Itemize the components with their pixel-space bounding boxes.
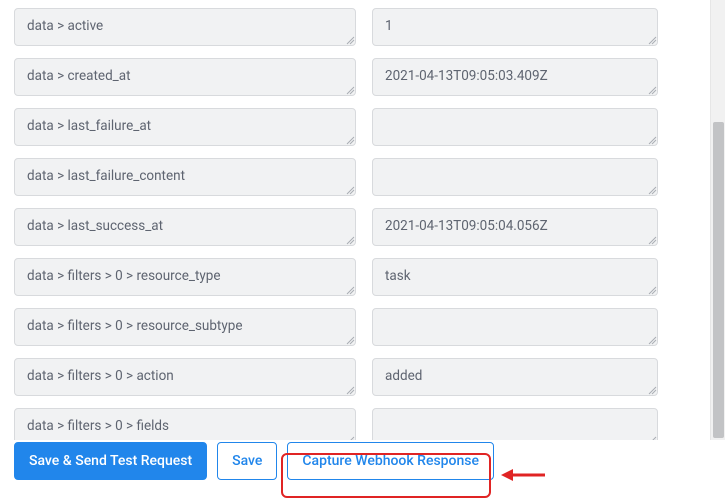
field-row: data > last_success_at 2021-04-13T09:05:… <box>14 208 696 246</box>
field-value-cell <box>372 158 658 196</box>
field-value-cell: 2021-04-13T09:05:03.409Z <box>372 58 658 96</box>
field-label-cell: data > filters > 0 > resource_subtype <box>14 308 356 346</box>
field-label[interactable]: data > filters > 0 > resource_subtype <box>14 308 356 346</box>
save-button[interactable]: Save <box>217 442 277 480</box>
field-value[interactable] <box>372 308 658 346</box>
field-value[interactable] <box>372 158 658 196</box>
field-value-cell: 2021-04-13T09:05:04.056Z <box>372 208 658 246</box>
field-value-cell <box>372 308 658 346</box>
vertical-scrollbar[interactable] <box>710 0 725 440</box>
annotation-arrow-icon <box>501 465 545 489</box>
field-row: data > filters > 0 > resource_subtype <box>14 308 696 346</box>
field-row: data > filters > 0 > action added <box>14 358 696 396</box>
field-value[interactable] <box>372 108 658 146</box>
field-value-cell: 1 <box>372 8 658 46</box>
field-row: data > created_at 2021-04-13T09:05:03.40… <box>14 58 696 96</box>
field-label-cell: data > last_failure_at <box>14 108 356 146</box>
field-row: data > last_failure_at <box>14 108 696 146</box>
field-value[interactable]: task <box>372 258 658 296</box>
field-label[interactable]: data > filters > 0 > fields <box>14 408 356 440</box>
field-label-cell: data > created_at <box>14 58 356 96</box>
field-label-cell: data > last_failure_content <box>14 158 356 196</box>
field-label[interactable]: data > filters > 0 > resource_type <box>14 258 356 296</box>
field-row: data > last_failure_content <box>14 158 696 196</box>
form-scroll-area: data > active 1 data > created_at <box>0 0 710 440</box>
field-label[interactable]: data > active <box>14 8 356 46</box>
field-row: data > filters > 0 > fields <box>14 408 696 440</box>
field-value[interactable]: 2021-04-13T09:05:03.409Z <box>372 58 658 96</box>
field-label-cell: data > last_success_at <box>14 208 356 246</box>
field-value[interactable] <box>372 408 658 440</box>
field-value-cell <box>372 108 658 146</box>
field-row: data > active 1 <box>14 8 696 46</box>
field-label[interactable]: data > last_success_at <box>14 208 356 246</box>
field-value-cell <box>372 408 658 440</box>
field-label[interactable]: data > last_failure_content <box>14 158 356 196</box>
scrollbar-thumb[interactable] <box>713 122 724 438</box>
field-label-cell: data > filters > 0 > fields <box>14 408 356 440</box>
field-label-cell: data > active <box>14 8 356 46</box>
field-row: data > filters > 0 > resource_type task <box>14 258 696 296</box>
field-label[interactable]: data > filters > 0 > action <box>14 358 356 396</box>
capture-webhook-response-button[interactable]: Capture Webhook Response <box>287 442 494 480</box>
field-label-cell: data > filters > 0 > resource_type <box>14 258 356 296</box>
field-value-cell: task <box>372 258 658 296</box>
field-value[interactable]: added <box>372 358 658 396</box>
field-value-cell: added <box>372 358 658 396</box>
footer-actions: Save & Send Test Request Save Capture We… <box>14 442 494 480</box>
field-value[interactable]: 1 <box>372 8 658 46</box>
field-label-cell: data > filters > 0 > action <box>14 358 356 396</box>
save-send-test-request-button[interactable]: Save & Send Test Request <box>14 442 207 480</box>
field-value[interactable]: 2021-04-13T09:05:04.056Z <box>372 208 658 246</box>
field-label[interactable]: data > created_at <box>14 58 356 96</box>
field-label[interactable]: data > last_failure_at <box>14 108 356 146</box>
